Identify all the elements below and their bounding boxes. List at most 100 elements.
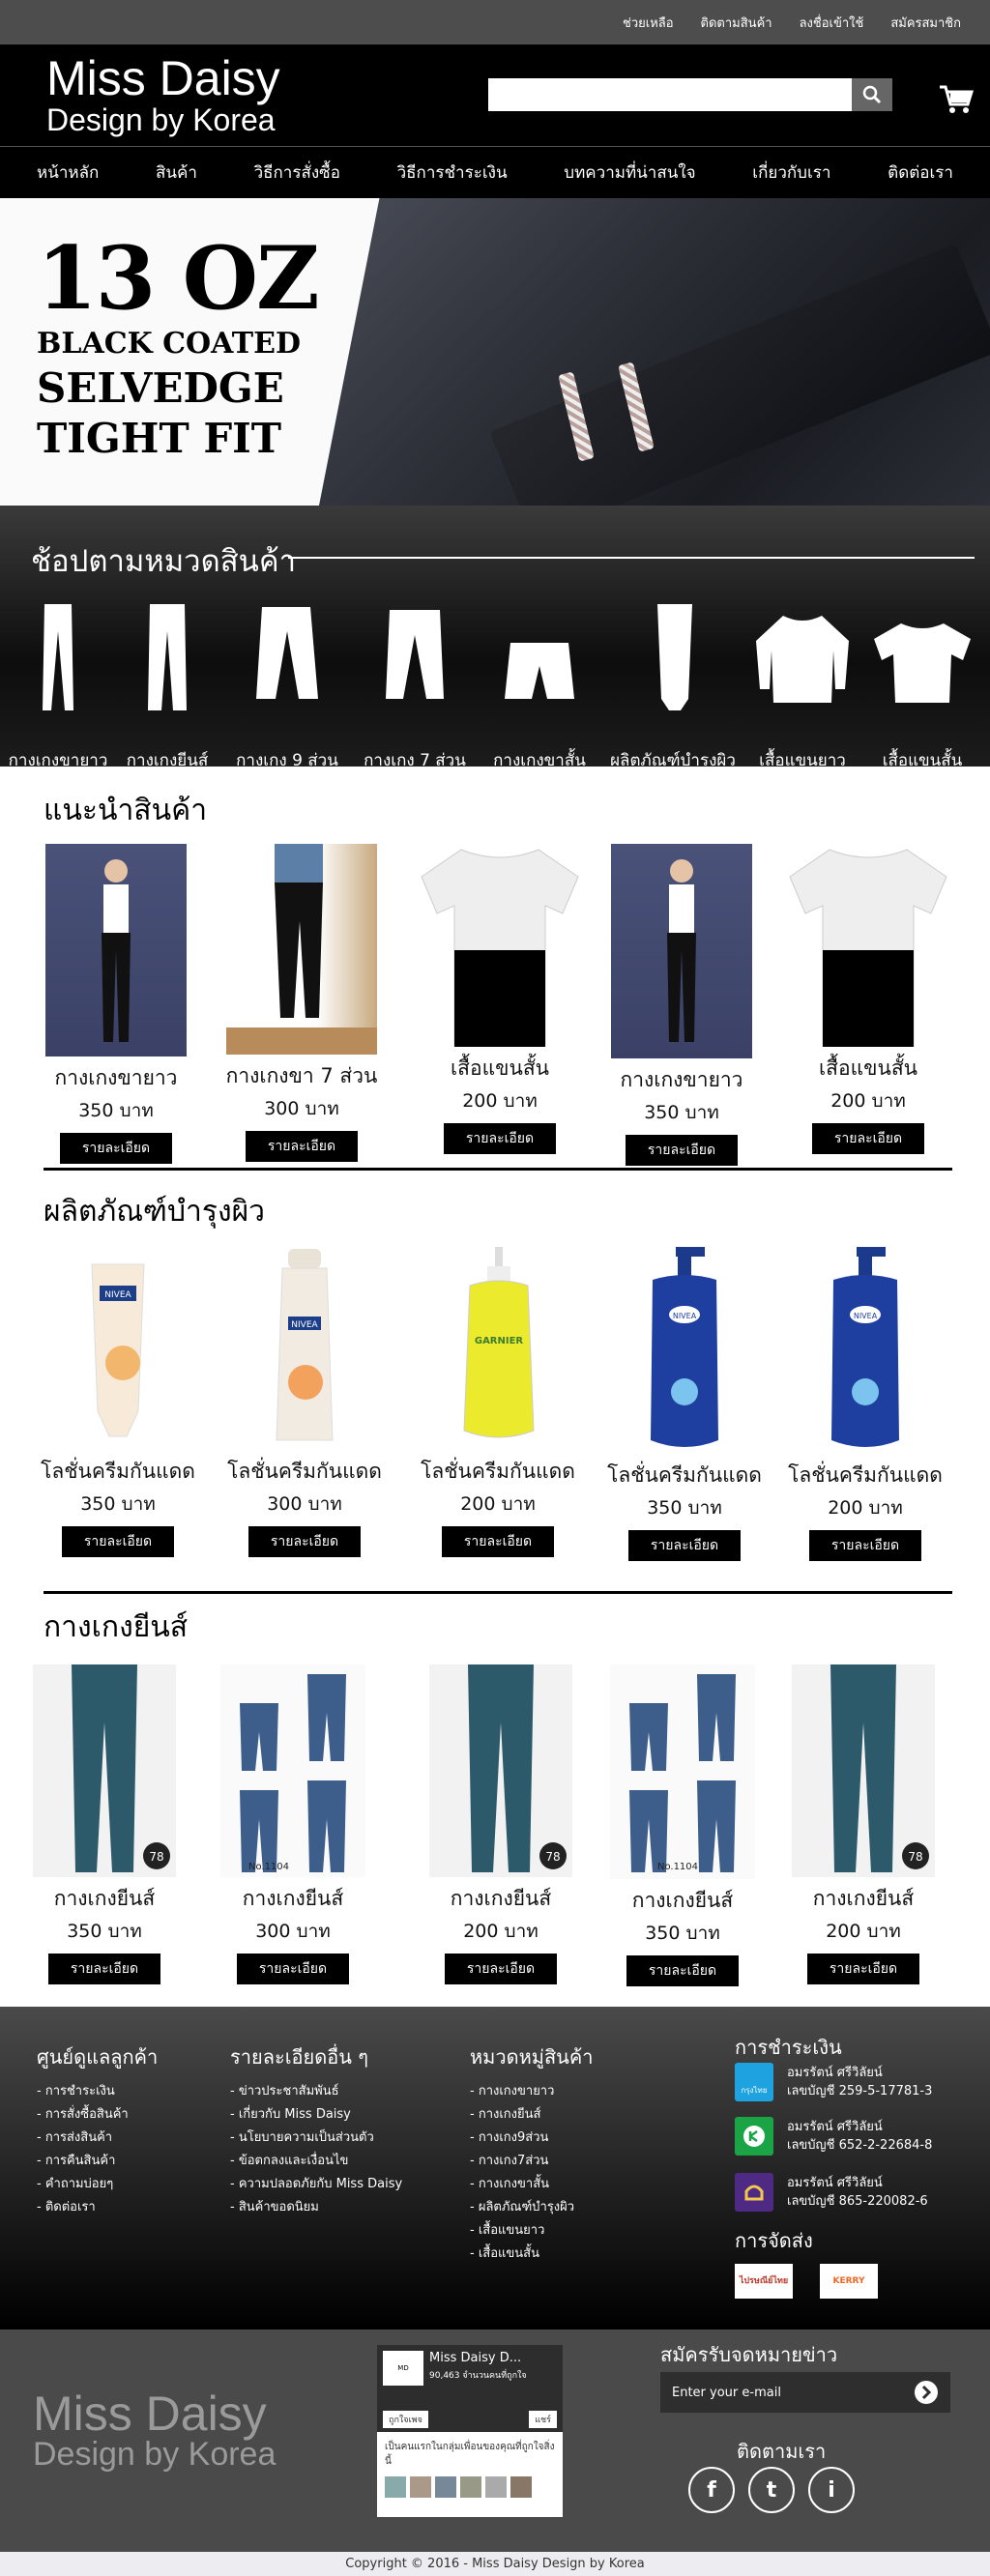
footer-link[interactable]: - กางเกง7ส่วน (470, 2150, 593, 2173)
product-card[interactable]: NIVEA โลชั่นครีมกันแดด 200 บาท รายละเอีย… (769, 1247, 962, 1561)
product-image[interactable]: NIVEA (793, 1247, 938, 1454)
facebook-page-widget[interactable]: MD Miss Daisy D... 90,463 จำนวนคนที่ถูกใ… (377, 2345, 563, 2517)
product-image[interactable] (611, 844, 752, 1058)
product-card[interactable]: NIVEA โลชั่นครีมกันแดด 300 บาท รายละเอีย… (208, 1247, 401, 1557)
product-image[interactable]: NIVEA (45, 1247, 190, 1450)
footer-link[interactable]: - การคืนสินค้า (37, 2150, 158, 2173)
footer-link[interactable]: - เสื้อแขนยาว (470, 2219, 593, 2243)
product-card[interactable]: No.1104 กางเกงยีนส์ 350 บาท รายละเอียด (586, 1664, 779, 1986)
footer-link[interactable]: - ผลิตภัณฑ์บำรุงผิว (470, 2196, 593, 2219)
details-button[interactable]: รายละเอียด (248, 1526, 361, 1557)
product-image[interactable]: NIVEA (612, 1247, 757, 1454)
product-card[interactable]: NIVEA โลชั่นครีมกันแดด 350 บาท รายละเอีย… (588, 1247, 781, 1561)
category-skincare[interactable]: ผลิตภัณฑ์บำรุงผิว (610, 602, 736, 770)
product-card[interactable]: GARNIER โลชั่นครีมกันแดด 200 บาท รายละเอ… (401, 1247, 595, 1557)
details-button[interactable]: รายละเอียด (442, 1526, 554, 1557)
fb-share-button[interactable]: แชร์ (529, 2411, 557, 2428)
arrow-right-icon[interactable] (914, 2380, 939, 2405)
product-image[interactable]: 78 (429, 1664, 572, 1877)
details-button[interactable]: รายละเอียด (807, 1954, 919, 1984)
footer-link[interactable]: - ความปลอดภัยกับ Miss Daisy (230, 2173, 402, 2196)
product-card[interactable]: NIVEA โลชั่นครีมกันแดด 350 บาท รายละเอีย… (21, 1247, 215, 1557)
nav-articles[interactable]: บทความที่น่าสนใจ (564, 159, 695, 186)
product-image[interactable]: GARNIER (425, 1247, 570, 1450)
footer-link[interactable]: - นโยบายความเป็นส่วนตัว (230, 2127, 402, 2150)
details-button[interactable]: รายละเอียด (246, 1131, 358, 1162)
product-card[interactable]: เสื้อแขนสั้น 200 บาท รายละเอียด (403, 844, 597, 1154)
details-button[interactable]: รายละเอียด (444, 1123, 556, 1154)
footer-link[interactable]: - กางเกงขาสั้น (470, 2173, 593, 2196)
footer-link[interactable]: - เสื้อแขนสั้น (470, 2243, 593, 2266)
footer-link[interactable]: - สินค้าขอดนิยม (230, 2196, 402, 2219)
footer-link[interactable]: - กางเกงขายาว (470, 2080, 593, 2103)
product-image[interactable]: No.1104 (220, 1664, 365, 1877)
footer-link[interactable]: - ข้อตกลงและเงื่อนไข (230, 2150, 402, 2173)
details-button[interactable]: รายละเอียด (812, 1123, 924, 1154)
product-image[interactable]: 78 (792, 1664, 935, 1877)
site-logo[interactable]: Miss Daisy Design by Korea (46, 54, 280, 135)
details-button[interactable]: รายละเอียด (62, 1526, 174, 1557)
instagram-icon[interactable]: i (808, 2467, 855, 2513)
search-button[interactable] (852, 78, 892, 111)
search-input[interactable] (488, 78, 852, 111)
cart-button[interactable] (938, 83, 975, 116)
product-card[interactable]: กางเกงขายาว 350 บาท รายละเอียด (19, 844, 213, 1164)
product-card[interactable]: 78 กางเกงยีนส์ 200 บาท รายละเอียด (404, 1664, 597, 1984)
category-long-sleeve[interactable]: เสื้อแขนยาว (744, 602, 860, 770)
product-card[interactable]: กางเกงขา 7 ส่วน 300 บาท รายละเอียด (205, 844, 398, 1162)
nav-about[interactable]: เกี่ยวกับเรา (752, 159, 830, 186)
nav-how-to-order[interactable]: วิธีการสั่งซื้อ (254, 159, 340, 186)
footer-link[interactable]: - ติดต่อเรา (37, 2196, 158, 2219)
category-7-length[interactable]: กางเกง 7 ส่วน (357, 602, 473, 770)
product-image[interactable] (418, 844, 582, 1047)
hero-banner[interactable]: 13 OZ BLACK COATED SELVEDGE TIGHT FIT (0, 198, 990, 506)
product-image[interactable] (226, 844, 377, 1055)
product-card[interactable]: 78 กางเกงยีนส์ 200 บาท รายละเอียด (767, 1664, 960, 1984)
column-title: หมวดหมู่สินค้า (470, 2045, 594, 2069)
footer-link[interactable]: - ข่าวประชาสัมพันธ์ (230, 2080, 402, 2103)
login-link[interactable]: ลงชื่อเข้าใช้ (800, 13, 864, 33)
footer-link[interactable]: - การส่งสินค้า (37, 2127, 158, 2150)
twitter-icon[interactable]: t (748, 2467, 795, 2513)
footer-link[interactable]: - กางเกงยีนส์ (470, 2103, 593, 2127)
fb-like-button[interactable]: ถูกใจเพจ (383, 2411, 428, 2428)
details-button[interactable]: รายละเอียด (626, 1955, 739, 1986)
details-button[interactable]: รายละเอียด (237, 1954, 349, 1984)
category-long-pants[interactable]: กางเกงขายาว (0, 602, 116, 770)
category-short-sleeve[interactable]: เสื้อแขนสั้น (864, 602, 980, 770)
track-order-link[interactable]: ติดตามสินค้า (701, 13, 772, 33)
help-link[interactable]: ช่วยเหลือ (623, 13, 674, 33)
nav-home[interactable]: หน้าหลัก (37, 159, 99, 186)
product-card[interactable]: 78 กางเกงยีนส์ 350 บาท รายละเอียด (8, 1664, 201, 1984)
category-9-length[interactable]: กางเกง 9 ส่วน (229, 602, 345, 770)
product-card[interactable]: เสื้อแขนสั้น 200 บาท รายละเอียด (772, 844, 965, 1154)
nav-products[interactable]: สินค้า (156, 159, 197, 186)
product-image[interactable]: 78 (33, 1664, 176, 1877)
product-image[interactable]: NIVEA (232, 1247, 377, 1450)
nav-how-to-pay[interactable]: วิธีการชำระเงิน (397, 159, 508, 186)
footer-link[interactable]: - การสั่งซื้อสินค้า (37, 2103, 158, 2127)
details-button[interactable]: รายละเอียด (626, 1135, 738, 1166)
product-card[interactable]: กางเกงขายาว 350 บาท รายละเอียด (585, 844, 778, 1166)
register-link[interactable]: สมัครสมาชิก (890, 13, 961, 33)
footer-link[interactable]: - คำถามบ่อยๆ (37, 2173, 158, 2196)
product-image[interactable] (786, 844, 950, 1047)
product-image[interactable]: No.1104 (610, 1664, 755, 1879)
details-button[interactable]: รายละเอียด (809, 1530, 921, 1561)
nav-contact[interactable]: ติดต่อเรา (888, 159, 953, 186)
details-button[interactable]: รายละเอียด (628, 1530, 741, 1561)
footer-link[interactable]: - กางเกง9ส่วน (470, 2127, 593, 2150)
category-shorts[interactable]: กางเกงขาสั้น (481, 602, 597, 770)
details-button[interactable]: รายละเอียด (60, 1133, 172, 1164)
category-jeans[interactable]: กางเกงยีนส์ (109, 602, 225, 770)
facebook-icon[interactable]: f (688, 2467, 735, 2513)
product-image[interactable] (45, 844, 187, 1056)
footer-link[interactable]: - การชำระเงิน (37, 2080, 158, 2103)
seven-length-pants-icon (386, 610, 444, 699)
details-button[interactable]: รายละเอียด (445, 1954, 557, 1984)
product-price: 200 บาท (463, 1921, 539, 1942)
details-button[interactable]: รายละเอียด (48, 1954, 160, 1984)
footer-link[interactable]: - เกี่ยวกับ Miss Daisy (230, 2103, 402, 2127)
newsletter-email-field[interactable]: Enter your e-mail (660, 2372, 950, 2413)
product-card[interactable]: No.1104 กางเกงยีนส์ 300 บาท รายละเอียด (196, 1664, 390, 1984)
